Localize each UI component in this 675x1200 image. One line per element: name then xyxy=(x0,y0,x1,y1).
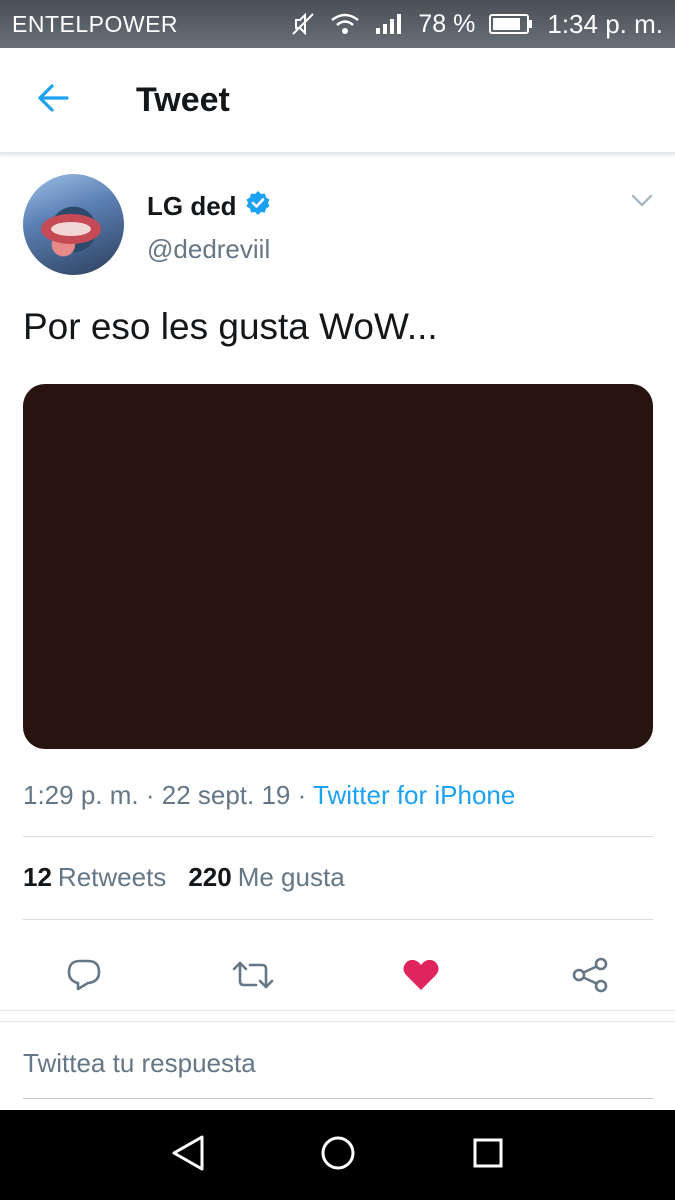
retweets-label: Retweets xyxy=(57,862,167,892)
reply-icon xyxy=(66,958,102,997)
back-button[interactable] xyxy=(0,47,106,153)
divider xyxy=(23,836,653,837)
tweet-source-link[interactable]: Twitter for iPhone xyxy=(313,780,515,810)
meta-separator: · xyxy=(138,780,162,810)
retweet-icon xyxy=(232,959,274,996)
battery-percent: 78 % xyxy=(418,9,476,38)
likes-label: Me gusta xyxy=(237,862,345,892)
system-nav-bar xyxy=(0,1110,675,1200)
verified-badge-icon xyxy=(245,190,271,223)
tweet-meta: 1:29 p. m. · 22 sept. 19 · Twitter for i… xyxy=(23,780,515,811)
clock: 1:34 p. m. xyxy=(547,8,663,39)
retweet-button[interactable] xyxy=(218,942,288,1012)
page-title: Tweet xyxy=(136,80,230,119)
nav-back-icon xyxy=(170,1134,206,1177)
nav-recents-button[interactable] xyxy=(465,1132,511,1178)
author-row: LG ded @dedreviil xyxy=(23,174,653,278)
tweet-stats: 12 Retweets 220 Me gusta xyxy=(23,862,345,893)
reply-input[interactable]: Twittea tu respuesta xyxy=(23,1048,256,1079)
avatar-image-detail xyxy=(51,222,91,236)
nav-recents-icon xyxy=(472,1137,504,1174)
display-name-row[interactable]: LG ded xyxy=(147,190,271,223)
retweets-count: 12 xyxy=(23,862,52,892)
meta-separator: · xyxy=(290,780,314,810)
section-separator xyxy=(0,1010,675,1022)
username[interactable]: @dedreviil xyxy=(147,234,270,265)
reply-button[interactable] xyxy=(49,942,119,1012)
nav-home-icon xyxy=(320,1135,356,1176)
wifi-icon xyxy=(330,12,360,36)
nav-home-button[interactable] xyxy=(315,1132,361,1178)
app-header: Tweet xyxy=(0,48,675,154)
share-icon xyxy=(571,957,609,998)
tweet-text: Por eso les gusta WoW... xyxy=(23,306,438,347)
action-bar xyxy=(0,942,675,1012)
nav-back-button[interactable] xyxy=(165,1132,211,1178)
battery-icon xyxy=(489,13,533,35)
tweet-media[interactable] xyxy=(23,384,653,749)
status-bar: ENTELPOWER 78 % 1:34 p. m. xyxy=(0,0,675,48)
display-name: LG ded xyxy=(147,191,237,221)
likes-stat[interactable]: 220 Me gusta xyxy=(188,862,344,893)
status-icons: 78 % 1:34 p. m. xyxy=(290,9,663,40)
signal-icon xyxy=(374,12,404,36)
likes-count: 220 xyxy=(188,862,232,892)
arrow-left-icon xyxy=(36,83,70,118)
share-button[interactable] xyxy=(555,942,625,1012)
chevron-down-icon[interactable] xyxy=(631,194,653,213)
mute-icon xyxy=(290,11,316,37)
retweets-stat[interactable]: 12 Retweets xyxy=(23,862,166,893)
reply-underline xyxy=(23,1098,653,1099)
avatar[interactable] xyxy=(23,174,124,275)
divider xyxy=(23,919,653,920)
carrier-name: ENTELPOWER xyxy=(12,10,179,37)
tweet-time: 1:29 p. m. xyxy=(23,780,139,810)
tweet-date: 22 sept. 19 xyxy=(161,780,291,810)
heart-icon xyxy=(402,958,440,997)
like-button[interactable] xyxy=(386,942,456,1012)
